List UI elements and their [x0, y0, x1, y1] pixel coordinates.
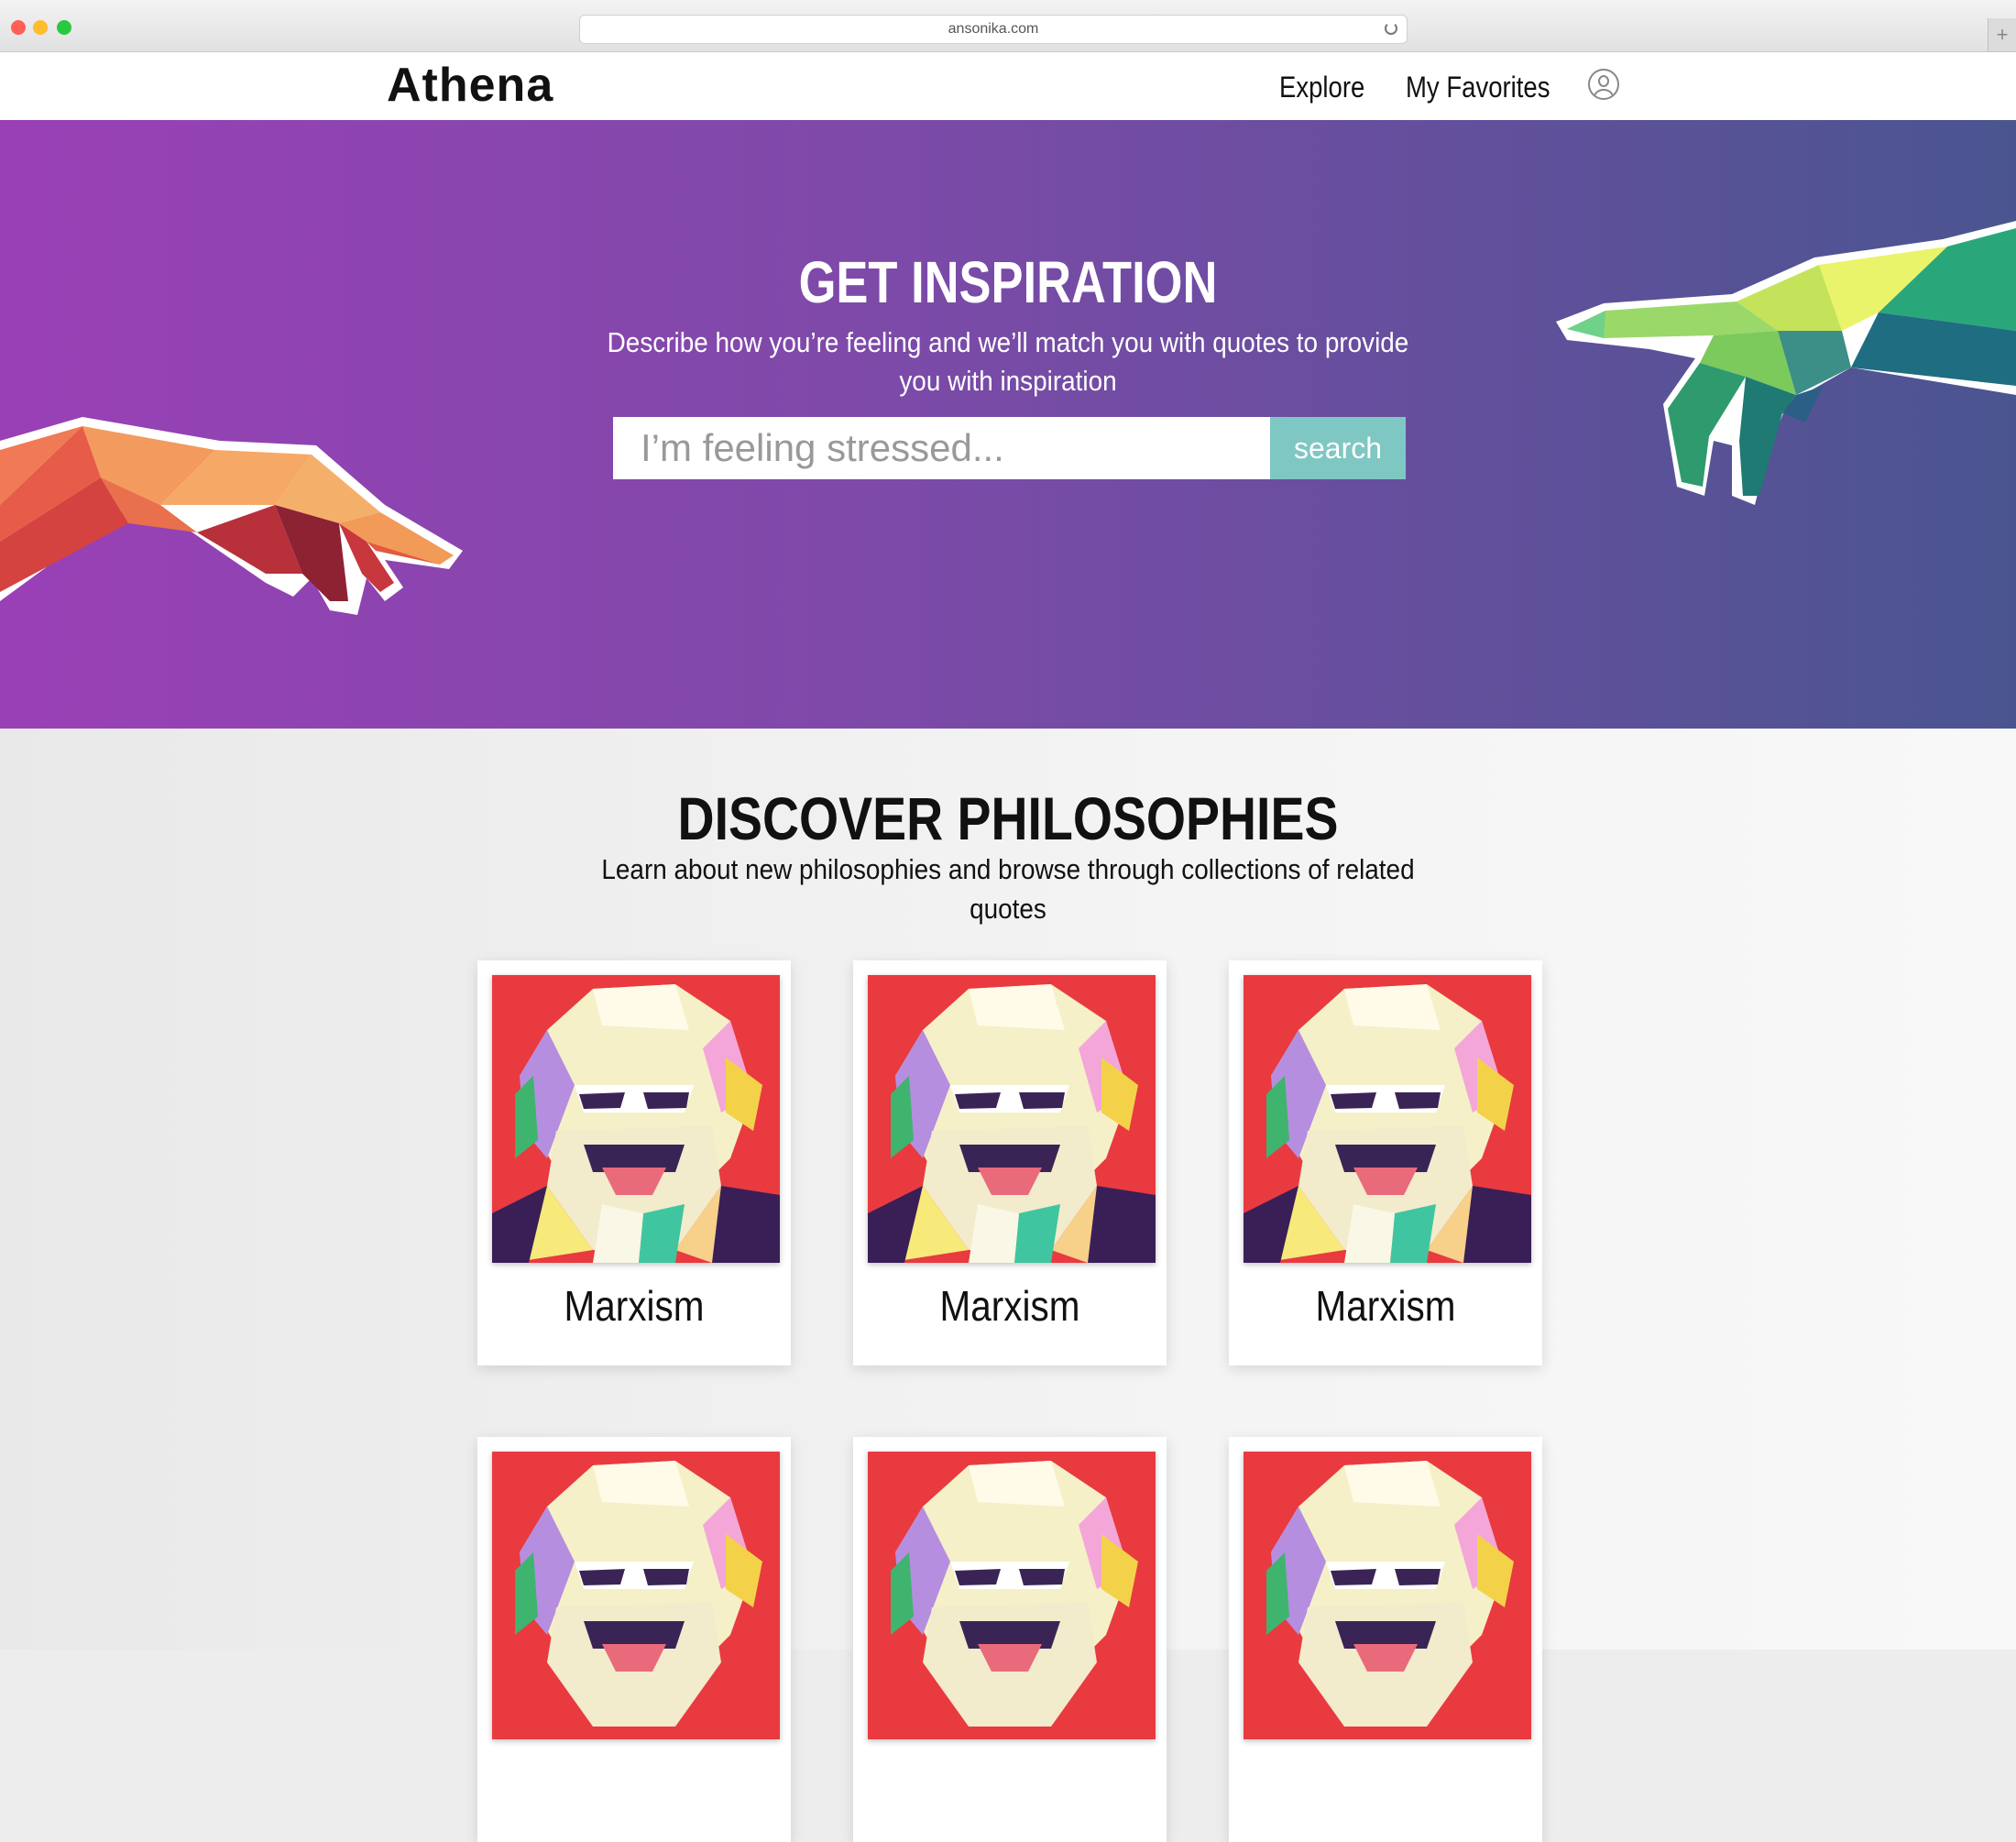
- feeling-search-input[interactable]: [613, 417, 1270, 479]
- close-window-button[interactable]: [11, 20, 26, 35]
- philosophy-card[interactable]: [477, 1437, 791, 1842]
- card-title: Marxism: [1315, 1282, 1456, 1330]
- marx-portrait-image: [868, 1452, 1156, 1739]
- hero-section: GET INSPIRATION Describe how you’re feel…: [0, 120, 2016, 729]
- search-button[interactable]: search: [1270, 417, 1406, 479]
- minimize-window-button[interactable]: [33, 20, 48, 35]
- site-header: Athena Explore My Favorites: [0, 52, 2016, 120]
- philosophy-card[interactable]: Marxism: [853, 960, 1167, 1365]
- nav-link-my-favorites[interactable]: My Favorites: [1406, 71, 1550, 104]
- discover-subtitle: Learn about new philosophies and browse …: [601, 853, 1415, 925]
- zoom-window-button[interactable]: [57, 20, 71, 35]
- marx-portrait-image: [492, 1452, 780, 1739]
- philosophy-card[interactable]: [1229, 1437, 1542, 1842]
- discover-title: DISCOVER PHILOSOPHIES: [677, 784, 1339, 852]
- left-hand-illustration: [0, 417, 463, 615]
- marx-portrait-image: [868, 975, 1156, 1263]
- browser-toolbar: ansonika.com +: [0, 0, 2016, 52]
- reload-icon[interactable]: [1385, 22, 1397, 35]
- marx-portrait-image: [1244, 1452, 1531, 1739]
- discover-section: DISCOVER PHILOSOPHIES Learn about new ph…: [0, 729, 2016, 1842]
- philosophy-card[interactable]: [853, 1437, 1167, 1842]
- right-hand-illustration: [1556, 221, 2016, 505]
- user-account-icon[interactable]: [1588, 69, 1619, 100]
- marx-portrait-image: [1244, 975, 1531, 1263]
- philosophy-card[interactable]: Marxism: [477, 960, 791, 1365]
- address-bar-url: ansonika.com: [948, 21, 1039, 37]
- card-title: Marxism: [939, 1282, 1080, 1330]
- address-bar[interactable]: ansonika.com: [579, 15, 1408, 44]
- new-tab-button[interactable]: +: [1988, 18, 2016, 51]
- marx-portrait-image: [492, 975, 780, 1263]
- philosophy-card[interactable]: Marxism: [1229, 960, 1542, 1365]
- site-logo[interactable]: Athena: [387, 58, 553, 113]
- hero-subtitle: Describe how you’re feeling and we’ll ma…: [607, 326, 1409, 397]
- card-title: Marxism: [564, 1282, 705, 1330]
- nav-link-explore[interactable]: Explore: [1279, 71, 1364, 104]
